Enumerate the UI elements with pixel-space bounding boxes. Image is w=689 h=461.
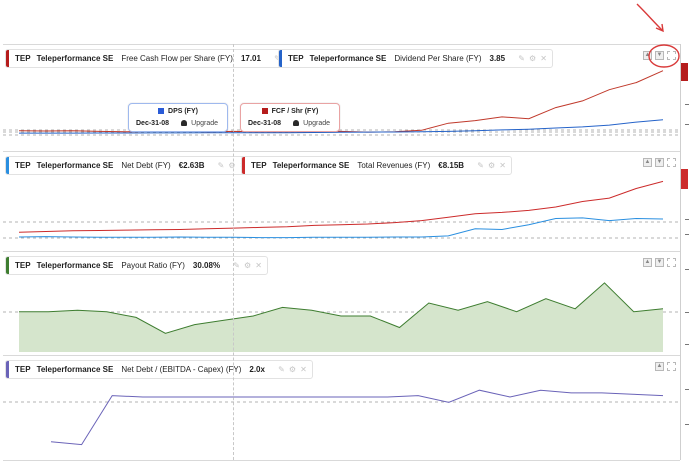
chart-workspace: TEP Teleperformance SE Free Cash Flow pe… [0,0,689,461]
annotation-arrow [636,3,663,31]
annotation-overlay [636,3,680,68]
annotation-circle [648,44,680,68]
